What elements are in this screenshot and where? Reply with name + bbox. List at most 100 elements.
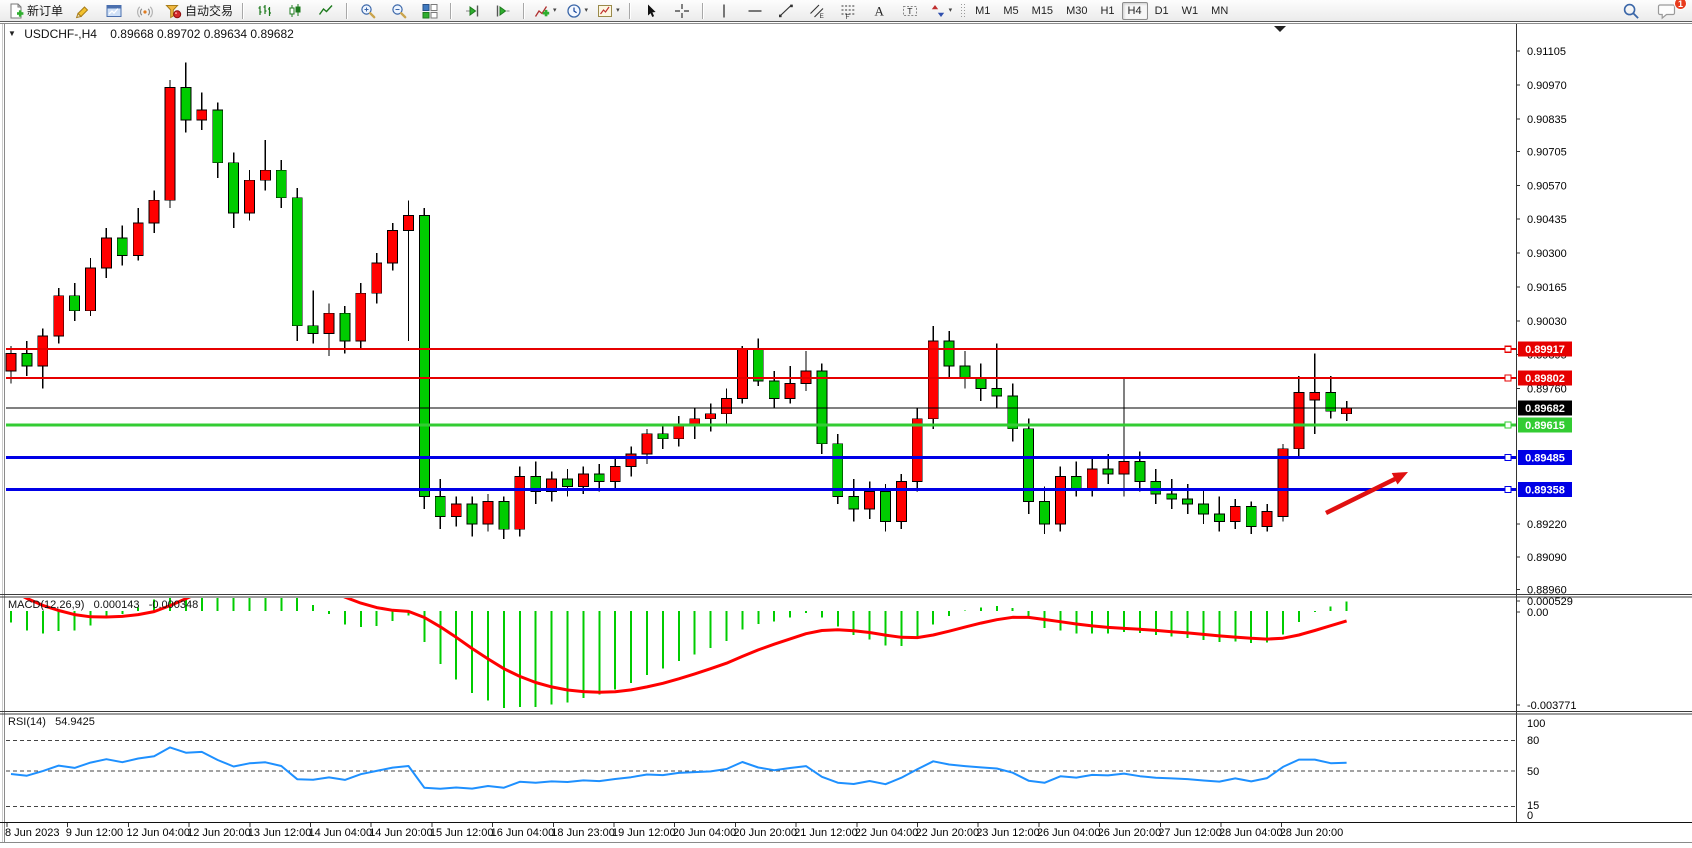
fibonacci-button[interactable]: F <box>833 0 863 22</box>
svg-text:28 Jun 04:00: 28 Jun 04:00 <box>1219 827 1283 839</box>
vline-icon <box>716 3 732 19</box>
svg-text:0.90165: 0.90165 <box>1527 282 1567 294</box>
line-chart-button[interactable] <box>311 0 341 22</box>
auto-scroll-button[interactable] <box>457 0 487 22</box>
toolbar-separator <box>523 3 525 19</box>
arrows-icon <box>930 3 946 19</box>
timeframe-h4-button[interactable]: H4 <box>1122 2 1148 20</box>
svg-text:0.89485: 0.89485 <box>1525 453 1565 465</box>
svg-text:0.89802: 0.89802 <box>1525 373 1565 385</box>
notifications-button[interactable]: 1 <box>1652 0 1682 22</box>
equidistant-channel-button[interactable]: E <box>802 0 832 22</box>
timeframe-m5-button[interactable]: M5 <box>997 2 1024 20</box>
bar-chart-icon <box>256 3 272 19</box>
new-order-button[interactable]: 新订单 <box>4 0 67 22</box>
highlighter-button[interactable] <box>68 0 98 22</box>
macd-panel <box>11 562 1347 708</box>
chart-shift-button[interactable] <box>488 0 518 22</box>
zoom-in-button[interactable] <box>353 0 383 22</box>
objects-collapse-icon[interactable] <box>1274 26 1286 32</box>
tile-windows-button[interactable] <box>415 0 445 22</box>
svg-text:0.00: 0.00 <box>1527 607 1548 619</box>
horizontal-line-objects[interactable]: 0.899170.898020.896820.896150.894850.893… <box>6 342 1572 497</box>
chevron-down-icon: ▾ <box>949 7 953 14</box>
horizontal-line-button[interactable] <box>740 0 770 22</box>
indicators-button[interactable]: ▾ <box>530 0 561 22</box>
fibo-icon: F <box>840 3 856 19</box>
trendline-icon <box>778 3 794 19</box>
arrows-button[interactable]: ▾ <box>926 0 957 22</box>
svg-text:0.89682: 0.89682 <box>1525 403 1565 415</box>
svg-text:26 Jun 20:00: 26 Jun 20:00 <box>1098 827 1162 839</box>
toolbar-separator <box>450 3 452 19</box>
timeframe-d1-button[interactable]: D1 <box>1149 2 1175 20</box>
svg-text:0.90835: 0.90835 <box>1527 114 1567 126</box>
notification-badge: 1 <box>1674 0 1687 10</box>
trendline-button[interactable] <box>771 0 801 22</box>
toolbar-separator <box>702 3 704 19</box>
cursor-button[interactable] <box>636 0 666 22</box>
signals-button[interactable] <box>130 0 160 22</box>
timeframe-w1-button[interactable]: W1 <box>1176 2 1205 20</box>
periods-button[interactable]: ▾ <box>562 0 593 22</box>
chart-profile-button[interactable] <box>99 0 129 22</box>
rsi-axis[interactable]: 1008050150 <box>1527 718 1545 822</box>
timeframe-h1-button[interactable]: H1 <box>1094 2 1120 20</box>
svg-text:A: A <box>874 3 884 18</box>
channel-icon: E <box>809 3 825 19</box>
vertical-line-button[interactable] <box>709 0 739 22</box>
svg-text:22 Jun 04:00: 22 Jun 04:00 <box>855 827 919 839</box>
toolbar-separator <box>346 3 348 19</box>
search-icon <box>1622 2 1640 20</box>
chevron-down-icon: ▾ <box>616 7 620 14</box>
candle-chart-icon <box>287 3 303 19</box>
templates-button[interactable]: ▾ <box>593 0 624 22</box>
macd-axis[interactable]: 0.0005290.00-0.003771 <box>1516 596 1577 712</box>
bar-chart-button[interactable] <box>249 0 279 22</box>
svg-text:8 Jun 2023: 8 Jun 2023 <box>5 827 59 839</box>
trend-arrow-annotation[interactable] <box>1326 472 1408 513</box>
svg-text:0.90300: 0.90300 <box>1527 248 1567 260</box>
text-a-icon: A <box>871 3 887 19</box>
svg-text:0: 0 <box>1527 810 1533 822</box>
signal-icon <box>137 3 153 19</box>
svg-text:0.89917: 0.89917 <box>1525 344 1565 356</box>
svg-text:14 Jun 04:00: 14 Jun 04:00 <box>309 827 373 839</box>
svg-text:F: F <box>845 13 849 18</box>
timeframe-mn-button[interactable]: MN <box>1205 2 1234 20</box>
tile-windows-icon <box>422 3 438 19</box>
svg-text:0.90705: 0.90705 <box>1527 146 1567 158</box>
chevron-down-icon: ▾ <box>553 7 557 14</box>
price-axis[interactable]: 0.911050.909700.908350.907050.905700.904… <box>1516 46 1567 596</box>
svg-text:0.90435: 0.90435 <box>1527 214 1567 226</box>
zoom-out-button[interactable] <box>384 0 414 22</box>
profile-icon <box>106 3 122 19</box>
timeframe-m1-button[interactable]: M1 <box>969 2 996 20</box>
price-chart-svg[interactable]: 0.911050.909700.908350.907050.905700.904… <box>0 0 1692 843</box>
auto-scroll-icon <box>464 3 480 19</box>
svg-text:50: 50 <box>1527 766 1539 778</box>
text-label-icon: T <box>902 3 918 19</box>
svg-text:0.90570: 0.90570 <box>1527 180 1567 192</box>
chart-window[interactable]: 0.911050.909700.908350.907050.905700.904… <box>0 0 1692 848</box>
crosshair-icon <box>674 3 690 19</box>
svg-text:-0.003771: -0.003771 <box>1527 700 1577 712</box>
svg-text:23 Jun 12:00: 23 Jun 12:00 <box>976 827 1040 839</box>
text-button[interactable]: A <box>864 0 894 22</box>
rsi-panel <box>6 741 1516 807</box>
auto-trading-button[interactable]: 自动交易 <box>161 0 237 22</box>
toolbar: 新订单 自动交易 ▾ ▾ ▾ E F A T ▾ M1M5M15M30H1H4D1W1MN 1 <box>0 0 1692 22</box>
svg-text:E: E <box>819 13 824 19</box>
svg-text:20 Jun 20:00: 20 Jun 20:00 <box>733 827 797 839</box>
search-button[interactable] <box>1616 0 1646 22</box>
timeframe-m15-button[interactable]: M15 <box>1026 2 1059 20</box>
svg-text:15 Jun 12:00: 15 Jun 12:00 <box>430 827 494 839</box>
time-axis[interactable]: 8 Jun 20239 Jun 12:0012 Jun 04:0012 Jun … <box>5 823 1343 839</box>
svg-text:14 Jun 20:00: 14 Jun 20:00 <box>369 827 433 839</box>
candle-chart-button[interactable] <box>280 0 310 22</box>
timeframe-m30-button[interactable]: M30 <box>1060 2 1093 20</box>
crosshair-button[interactable] <box>667 0 697 22</box>
svg-text:0.89090: 0.89090 <box>1527 552 1567 564</box>
text-label-button[interactable]: T <box>895 0 925 22</box>
toolbar-separator <box>629 3 631 19</box>
